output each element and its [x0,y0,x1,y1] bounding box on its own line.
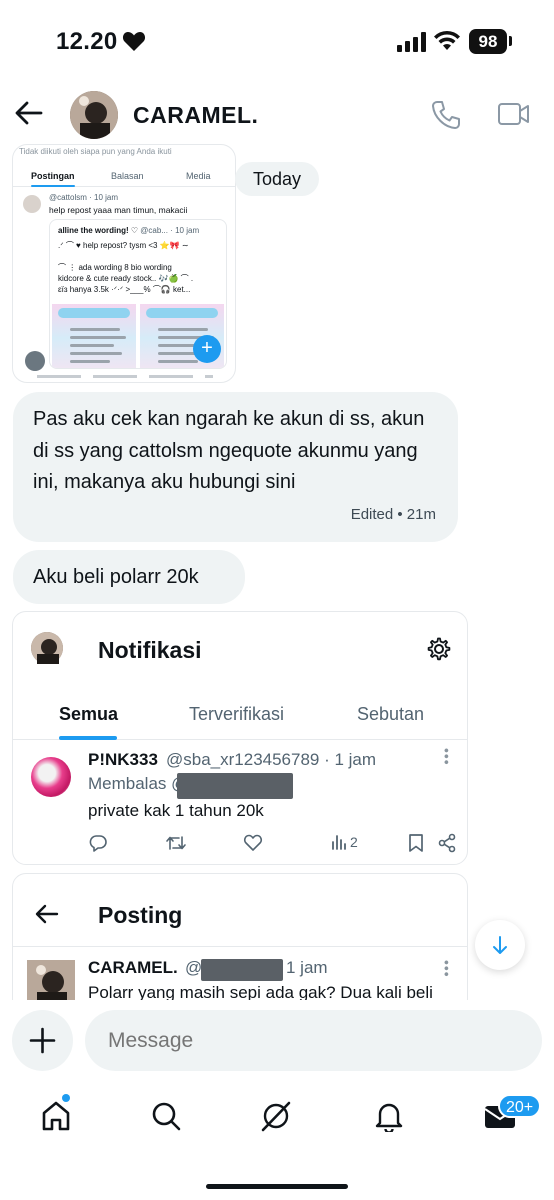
views-icon [332,835,346,850]
more-options-icon: ••• [439,960,455,978]
back-arrow-icon[interactable] [14,98,44,128]
message-input[interactable] [85,1010,542,1071]
screenshot-tab-media: Media [186,171,211,181]
post-time: 1 jam [286,958,328,977]
messages-badge: 20+ [498,1094,542,1118]
message-bubble[interactable]: Pas aku cek kan ngarah ke akun di ss, ak… [13,392,458,542]
notif-avatar [31,632,63,664]
status-bar: 12.20 98 [0,0,554,84]
battery-level: 98 [469,29,507,54]
quote-line: ⌒ ⋮ ada wording 8 bio wording [58,263,172,272]
home-icon[interactable] [40,1100,72,1132]
notif-tab-semua: Semua [59,704,119,724]
screenshot-post-text: help repost yaaa man timun, makacii [49,205,188,215]
reply-author-handle: @sba_xr123456789 · 1 jam [166,750,377,769]
notif-tab-terverifikasi: Terverifikasi [189,704,285,724]
battery-tip [509,36,512,46]
views-count: 2 [350,834,358,850]
quote-line: .ᐟ ⌒ ♥ help repost? tysm <3 ⭐🎀 ∼ [58,241,189,250]
home-indicator [206,1184,348,1189]
reply-author-name: P!NK333 [88,750,158,769]
screenshot-tab-postingan: Postingan [31,171,75,181]
contact-avatar[interactable] [70,91,118,139]
quote-image [52,304,136,368]
screenshot-avatar [23,195,41,213]
message-text: Pas aku cek kan ngarah ke akun di ss, ak… [33,408,425,493]
screenshot-bottom-bar [37,375,213,378]
share-icon [438,833,456,853]
screenshot-handle: @cattolsm · 10 jam [49,193,119,202]
notif-tabs: Semua Terverifikasi Sebutan [13,694,467,740]
divider [13,946,467,947]
reply-author-avatar [31,757,71,797]
contact-name[interactable]: CARAMEL. [133,102,258,129]
message-text: Aku beli polarr 20k [33,566,199,588]
phone-call-icon[interactable] [430,99,462,131]
message-meta: Edited • 21m [350,505,436,523]
heart-icon [122,32,146,51]
quote-line: kidcore & cute ready stock.. 🎶🍏 ⌒ . [58,274,194,283]
video-call-icon[interactable] [497,101,531,127]
wifi-icon [434,30,460,50]
post-author-handle: @ [185,958,203,977]
heart-outline-icon [243,834,263,851]
reply-text: private kak 1 tahun 20k [88,801,264,820]
notifications-bell-icon[interactable] [373,1100,405,1132]
screenshot-tab-underline [31,185,75,187]
reply-to-label: Membalas @ [88,774,189,793]
message-bubble[interactable]: Aku beli polarr 20k [13,550,245,604]
screenshot-info-text: Tidak diikuti oleh siapa pun yang Anda i… [19,147,172,156]
scroll-to-bottom-button[interactable] [475,920,525,970]
retweet-icon [166,836,186,850]
shared-screenshot-image[interactable]: Tidak diikuti oleh siapa pun yang Anda i… [13,145,235,382]
screenshot-tab-balasan: Balasan [111,171,144,181]
redacted-handle [177,773,293,799]
screenshot-tabs: Postingan Balasan Media [13,165,235,187]
quote-name: alline the wording! ♡ [58,226,139,235]
screenshot-side-icon [25,351,45,371]
plus-icon [29,1027,56,1054]
arrow-down-icon [493,936,507,954]
screenshot-quote-header: alline the wording! ♡ @cab... · 10 jam [58,226,199,235]
notif-tab-sebutan: Sebutan [357,704,425,724]
cellular-signal-icon [397,32,426,52]
posting-title: Posting [98,902,183,928]
screenshot-compose-fab: + [193,335,221,363]
post-actions: 2 [88,833,458,855]
reply-icon [89,835,107,852]
bookmark-icon [409,834,423,852]
message-composer [0,1000,554,1084]
gear-icon [427,637,451,661]
date-divider: Today [235,162,319,196]
notif-tab-underline [59,736,117,740]
notif-title: Notifikasi [98,637,202,663]
back-arrow-icon [35,904,59,924]
quote-line: ɛïɜ hanya 3.5k ·ᐟ·ᐟ >___% ⌒🎧 ket... [58,285,191,294]
redacted-handle [201,959,283,981]
quote-meta: @cab... · 10 jam [140,226,200,235]
posting-screenshot-image[interactable]: Posting CARAMEL. @ 1 jam ••• Polarr yang… [12,873,468,1013]
status-time: 12.20 [56,28,118,55]
bottom-tab-bar: 20+ [0,1084,554,1200]
more-options-icon: ••• [439,748,455,766]
add-attachment-button[interactable] [12,1010,73,1071]
notification-screenshot-image[interactable]: Notifikasi Semua Terverifikasi Sebutan P… [12,611,468,865]
search-icon[interactable] [150,1100,182,1132]
grok-icon[interactable] [260,1100,292,1132]
chat-header: CARAMEL. [0,86,554,146]
home-notification-dot [62,1094,70,1102]
post-author-name: CARAMEL. [88,958,178,977]
